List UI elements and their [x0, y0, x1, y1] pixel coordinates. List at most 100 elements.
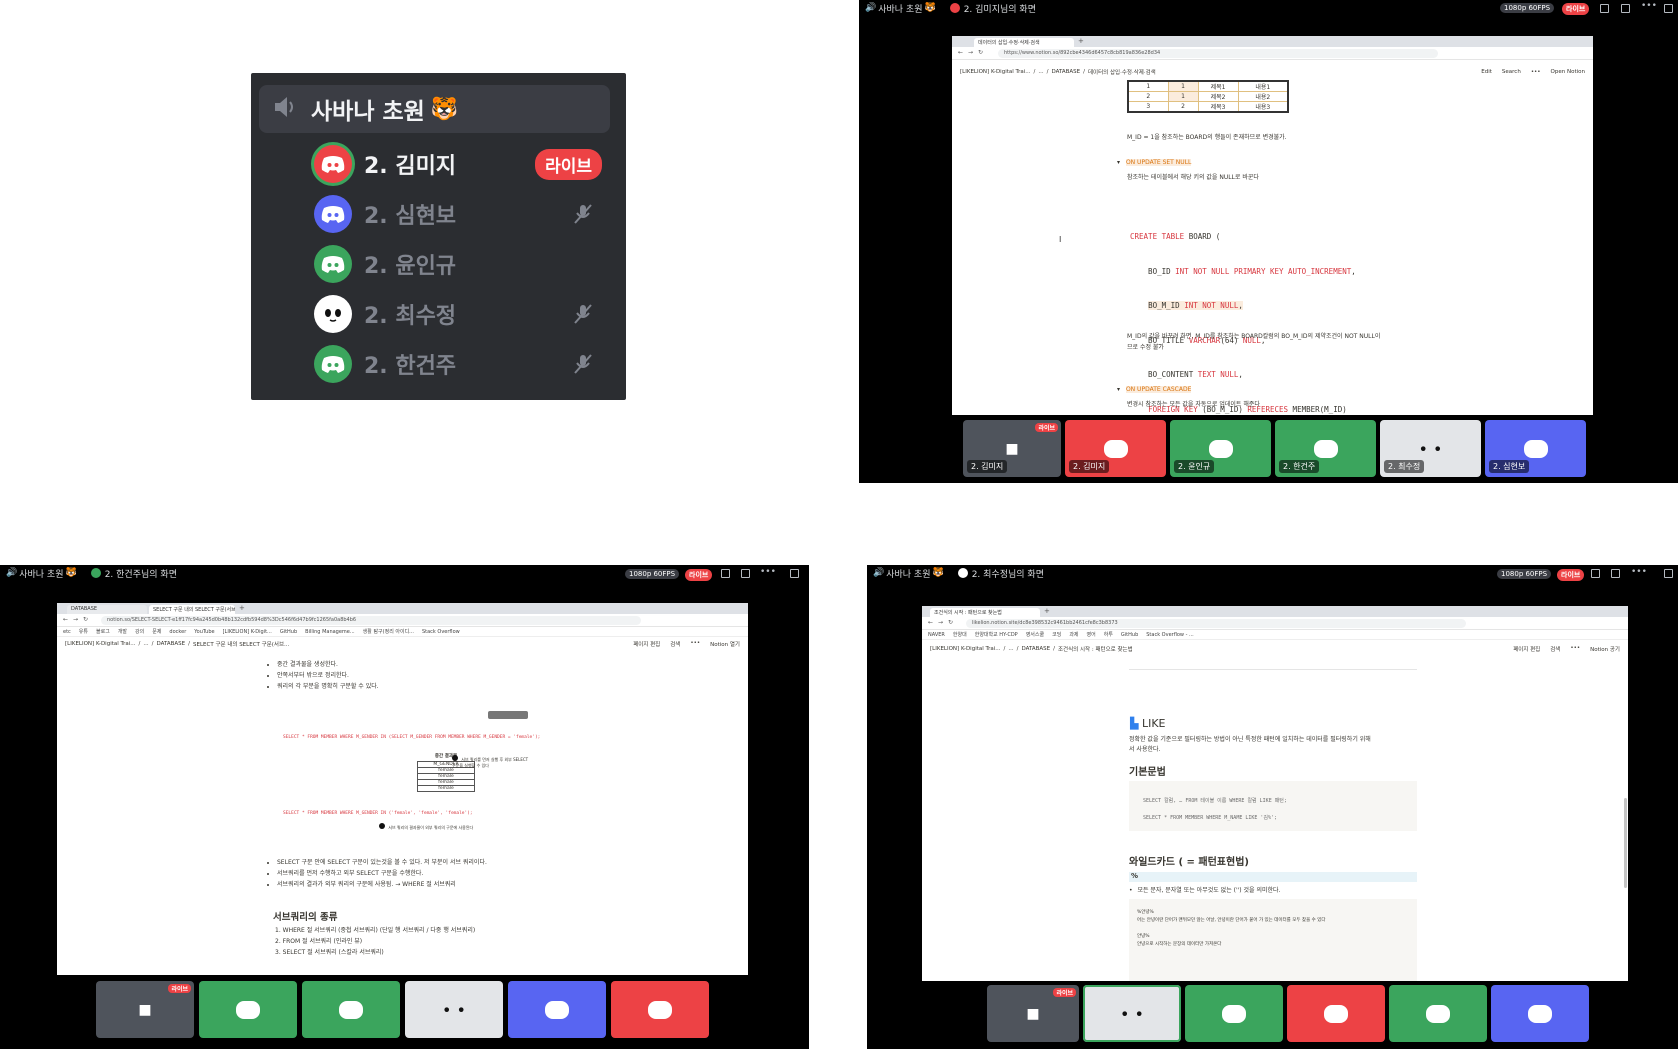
voice-member-sim-hyunbo[interactable]: 2. 심현보: [314, 192, 604, 236]
tab-active[interactable]: 조건식의 시작 : 패턴으로 찾는법: [930, 608, 1040, 617]
voice-channel-header[interactable]: 사바나 초원 🐯: [259, 85, 610, 133]
bookmark-item[interactable]: GitHub: [280, 629, 297, 635]
reload-icon[interactable]: ↻: [83, 616, 88, 623]
popout-icon[interactable]: [741, 569, 750, 578]
tab-database[interactable]: DATABASE: [67, 605, 147, 614]
participant-tile[interactable]: [1185, 985, 1283, 1042]
participant-tile[interactable]: [199, 981, 297, 1038]
more-icon[interactable]: •••: [760, 567, 776, 577]
popout-icon[interactable]: [1611, 569, 1620, 578]
edit-page-button[interactable]: 페이지 편집: [633, 640, 660, 648]
reload-icon[interactable]: ↻: [978, 49, 983, 56]
forward-icon[interactable]: →: [968, 49, 973, 56]
breadcrumb-item[interactable]: 조건식의 시작 : 패턴으로 찾는법: [1058, 645, 1133, 653]
participant-tile[interactable]: 2. 김미지: [1065, 420, 1166, 477]
search-button[interactable]: 검색: [670, 640, 680, 648]
bookmark-item[interactable]: 유튜: [79, 628, 88, 635]
more-button[interactable]: •••: [1570, 645, 1580, 653]
chat-icon[interactable]: [1664, 569, 1673, 578]
url-input[interactable]: likelion.notion.site/dc8e398532c9461bb24…: [966, 619, 1466, 628]
bookmark-item[interactable]: NAVER: [928, 632, 945, 638]
toggle-on-update-set-null[interactable]: ▾ ON UPDATE SET NULL: [1117, 159, 1192, 166]
participant-tile-screen[interactable]: 라이브 ■ 2. 김미지: [963, 420, 1061, 477]
breadcrumb-item[interactable]: 데이터의 삽입·수정·삭제·검색: [1088, 68, 1156, 76]
reload-icon[interactable]: ↻: [948, 619, 953, 626]
grid-layout-icon[interactable]: [1600, 4, 1609, 13]
bookmark-item[interactable]: etc: [63, 629, 71, 635]
open-notion-button[interactable]: Open Notion: [1551, 69, 1585, 75]
new-tab-icon[interactable]: +: [1078, 37, 1084, 45]
breadcrumb-item[interactable]: DATABASE: [1051, 69, 1080, 75]
breadcrumb-item[interactable]: [LIKELION] K-Digital Trai...: [65, 641, 136, 647]
edit-button[interactable]: Edit: [1481, 69, 1492, 75]
scrollbar[interactable]: [1624, 798, 1627, 888]
participant-tile[interactable]: • • 2. 최수정: [1380, 420, 1481, 477]
bookmark-item[interactable]: 강의: [135, 628, 144, 635]
stream-quality-badge[interactable]: 1080p 60FPS: [625, 569, 680, 579]
participant-tile[interactable]: [1389, 985, 1487, 1042]
participant-tile-selected[interactable]: • •: [1083, 985, 1181, 1042]
bookmark-item[interactable]: GitHub: [1121, 632, 1138, 638]
voice-member-han-geonju[interactable]: 2. 한건주: [314, 342, 604, 386]
forward-icon[interactable]: →: [938, 619, 943, 626]
breadcrumb-item[interactable]: DATABASE: [1021, 646, 1050, 652]
bookmark-item[interactable]: Stack Overflow - ...: [1146, 632, 1194, 638]
breadcrumb-item[interactable]: ...: [1008, 646, 1013, 652]
search-button[interactable]: 검색: [1550, 645, 1560, 653]
bookmark-item[interactable]: 영서스쿨: [1026, 631, 1044, 638]
popout-icon[interactable]: [1621, 4, 1630, 13]
more-button[interactable]: •••: [690, 640, 700, 648]
bookmark-item[interactable]: [LIKELION] K-Digit...: [223, 629, 272, 635]
breadcrumb-item[interactable]: SELECT 구문 내의 SELECT 구문(서브...: [193, 640, 289, 648]
stream-quality-badge[interactable]: 1080p 60FPS: [1500, 3, 1555, 13]
url-input[interactable]: https://www.notion.so/892cbe4346d6457c8c…: [998, 49, 1438, 58]
edit-page-button[interactable]: 페이지 편집: [1513, 645, 1540, 653]
participant-tile[interactable]: [302, 981, 400, 1038]
voice-member-choi-sujeong[interactable]: 2. 최수정: [314, 292, 604, 336]
bookmark-item[interactable]: 과제: [1069, 631, 1078, 638]
bookmark-item[interactable]: YouTube: [194, 629, 214, 635]
tab-active[interactable]: SELECT 구문 내의 SELECT 구문(서브...: [149, 605, 235, 614]
participant-tile[interactable]: 2. 윤인규: [1170, 420, 1271, 477]
open-notion-button[interactable]: Notion 공기: [1590, 645, 1620, 653]
participant-tile-screen[interactable]: 라이브 ■: [96, 981, 194, 1038]
forward-icon[interactable]: →: [73, 616, 78, 623]
breadcrumb-item[interactable]: ...: [1038, 69, 1043, 75]
bookmark-item[interactable]: 하투: [1104, 631, 1113, 638]
new-tab-icon[interactable]: +: [239, 604, 245, 612]
new-tab-icon[interactable]: +: [1044, 607, 1050, 615]
toggle-on-update-cascade[interactable]: ▾ ON UPDATE CASCADE: [1117, 386, 1192, 393]
participant-tile[interactable]: [1491, 985, 1589, 1042]
bookmark-item[interactable]: 생활 탐구(정리 아이디...: [363, 628, 414, 635]
back-icon[interactable]: ←: [63, 616, 68, 623]
url-input[interactable]: notion.so/SELECT-SELECT-e1ff17fc94a245d0…: [101, 616, 641, 625]
more-icon[interactable]: •••: [1631, 567, 1647, 577]
participant-tile[interactable]: 2. 한건주: [1275, 420, 1376, 477]
participant-tile-screen[interactable]: 라이브 ■: [987, 985, 1079, 1042]
chat-icon[interactable]: [790, 569, 799, 578]
search-button[interactable]: Search: [1502, 69, 1521, 75]
tab-active[interactable]: 데이터의 삽입·수정·삭제·검색: [974, 38, 1074, 47]
breadcrumb-item[interactable]: [LIKELION] K-Digital Trai...: [960, 69, 1031, 75]
more-button[interactable]: •••: [1531, 69, 1541, 75]
more-icon[interactable]: •••: [1641, 1, 1657, 11]
participant-tile[interactable]: 2. 심현보: [1485, 420, 1586, 477]
back-icon[interactable]: ←: [928, 619, 933, 626]
participant-tile[interactable]: • •: [405, 981, 503, 1038]
bookmark-item[interactable]: 한양대학교 HY-CDP: [975, 631, 1018, 638]
bookmark-item[interactable]: 한양대: [953, 631, 967, 638]
grid-layout-icon[interactable]: [1591, 569, 1600, 578]
bookmark-item[interactable]: 블로그: [96, 628, 110, 635]
stream-quality-badge[interactable]: 1080p 60FPS: [1497, 569, 1552, 579]
bookmark-item[interactable]: 영어: [1087, 631, 1096, 638]
bookmark-item[interactable]: docker: [169, 629, 186, 635]
voice-member-kim-miji[interactable]: 2. 김미지 라이브: [314, 142, 604, 186]
participant-tile[interactable]: [1287, 985, 1385, 1042]
back-icon[interactable]: ←: [958, 49, 963, 56]
breadcrumb-item[interactable]: DATABASE: [156, 641, 185, 647]
image-toolbar[interactable]: [488, 711, 528, 719]
bookmark-item[interactable]: Stack Overflow: [422, 629, 460, 635]
breadcrumb-item[interactable]: ...: [143, 641, 148, 647]
voice-member-yoon-ingyu[interactable]: 2. 윤인규: [314, 242, 604, 286]
participant-tile[interactable]: [611, 981, 709, 1038]
